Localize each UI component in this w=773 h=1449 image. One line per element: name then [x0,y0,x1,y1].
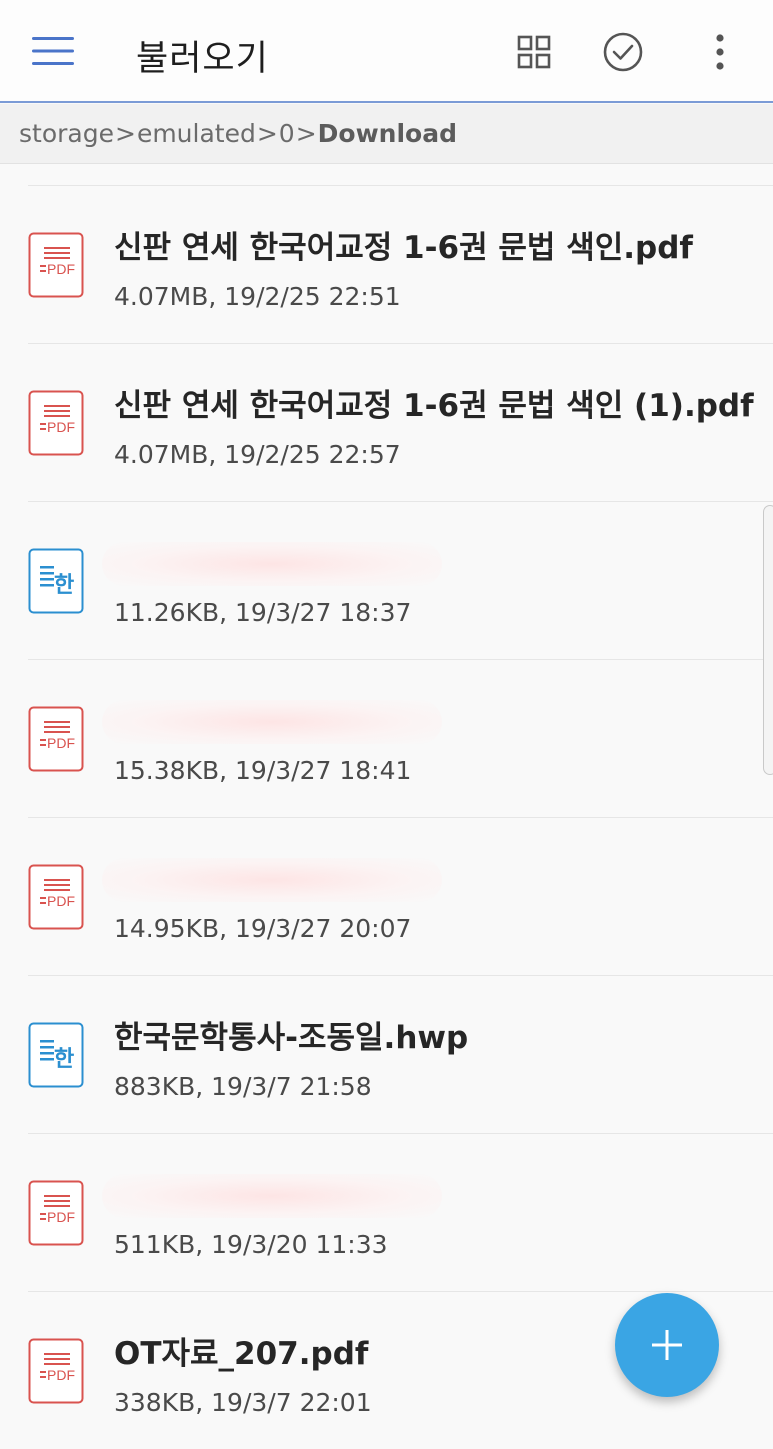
redacted-file-name [102,542,442,586]
file-name: OT자료_207.pdf [114,1336,369,1372]
file-name: 신판 연세 한국어교정 1-6권 문법 색인 (1).pdf [114,388,754,424]
file-name: 한국문학통사-조동일.hwp [114,1020,469,1056]
hwp-file-icon: 한 [28,1022,84,1088]
hwp-file-icon: 한 [28,548,84,614]
file-meta: 338KB, 19/3/7 22:01 [114,1388,372,1417]
breadcrumb: storage > emulated > 0 > Download [0,104,773,164]
file-meta: 14.95KB, 19/3/27 20:07 [114,914,412,943]
app-bar: 불러오기 [0,0,773,103]
file-meta: 15.38KB, 19/3/27 18:41 [114,756,412,785]
svg-text:PDF: PDF [47,1209,75,1225]
pdf-file-icon: PDF [28,1338,84,1404]
file-list-item[interactable]: PDF 신판 연세 한국어교정 1-6권 문법 색인 (1).pdf 4.07MB,… [28,343,773,501]
breadcrumb-storage[interactable]: storage [19,119,114,148]
breadcrumb-separator: > [114,119,136,148]
plus-icon [652,1330,682,1360]
breadcrumb-current-folder: Download [317,119,457,148]
file-list-item[interactable]: PDF 14.95KB, 19/3/27 20:07 [28,817,773,975]
redacted-file-name [102,1174,442,1218]
svg-text:한: 한 [54,573,74,598]
breadcrumb-0[interactable]: 0 [279,119,295,148]
scroll-handle[interactable] [763,505,773,775]
file-list-item[interactable]: PDF 15.38KB, 19/3/27 18:41 [28,659,773,817]
svg-text:PDF: PDF [47,419,75,435]
pdf-file-icon: PDF [28,390,84,456]
page-title: 불러오기 [136,39,269,79]
pdf-file-icon: PDF [28,232,84,298]
breadcrumb-separator: > [256,119,278,148]
breadcrumb-separator: > [295,119,317,148]
pdf-file-icon: PDF [28,706,84,772]
file-list: PDF 신판 연세 한국어교정 1-6권 문법 색인.pdf 4.07MB, 19/… [0,185,773,1449]
file-list-item[interactable]: PDF 511KB, 19/3/20 11:33 [28,1133,773,1291]
svg-text:PDF: PDF [47,1367,75,1383]
svg-text:PDF: PDF [47,893,75,909]
pdf-file-icon: PDF [28,1180,84,1246]
file-meta: 11.26KB, 19/3/27 18:37 [114,598,412,627]
file-name: 신판 연세 한국어교정 1-6권 문법 색인.pdf [114,230,693,266]
redacted-file-name [102,858,442,902]
svg-text:PDF: PDF [47,735,75,751]
breadcrumb-emulated[interactable]: emulated [137,119,256,148]
select-check-icon[interactable] [593,22,653,82]
file-list-item[interactable]: 한 11.26KB, 19/3/27 18:37 [28,501,773,659]
add-fab-button[interactable] [615,1293,719,1397]
svg-text:한: 한 [54,1047,74,1072]
svg-text:PDF: PDF [47,261,75,277]
file-meta: 883KB, 19/3/7 21:58 [114,1072,372,1101]
file-list-item[interactable]: 한 한국문학통사-조동일.hwp 883KB, 19/3/7 21:58 [28,975,773,1133]
grid-view-icon[interactable] [504,22,564,82]
redacted-file-name [102,700,442,744]
file-meta: 511KB, 19/3/20 11:33 [114,1230,388,1259]
pdf-file-icon: PDF [28,864,84,930]
file-meta: 4.07MB, 19/2/25 22:51 [114,282,401,311]
hamburger-menu-icon[interactable] [22,20,84,82]
file-meta: 4.07MB, 19/2/25 22:57 [114,440,401,469]
file-list-item[interactable]: PDF 신판 연세 한국어교정 1-6권 문법 색인.pdf 4.07MB, 19/… [28,185,773,343]
more-options-icon[interactable] [690,22,750,82]
